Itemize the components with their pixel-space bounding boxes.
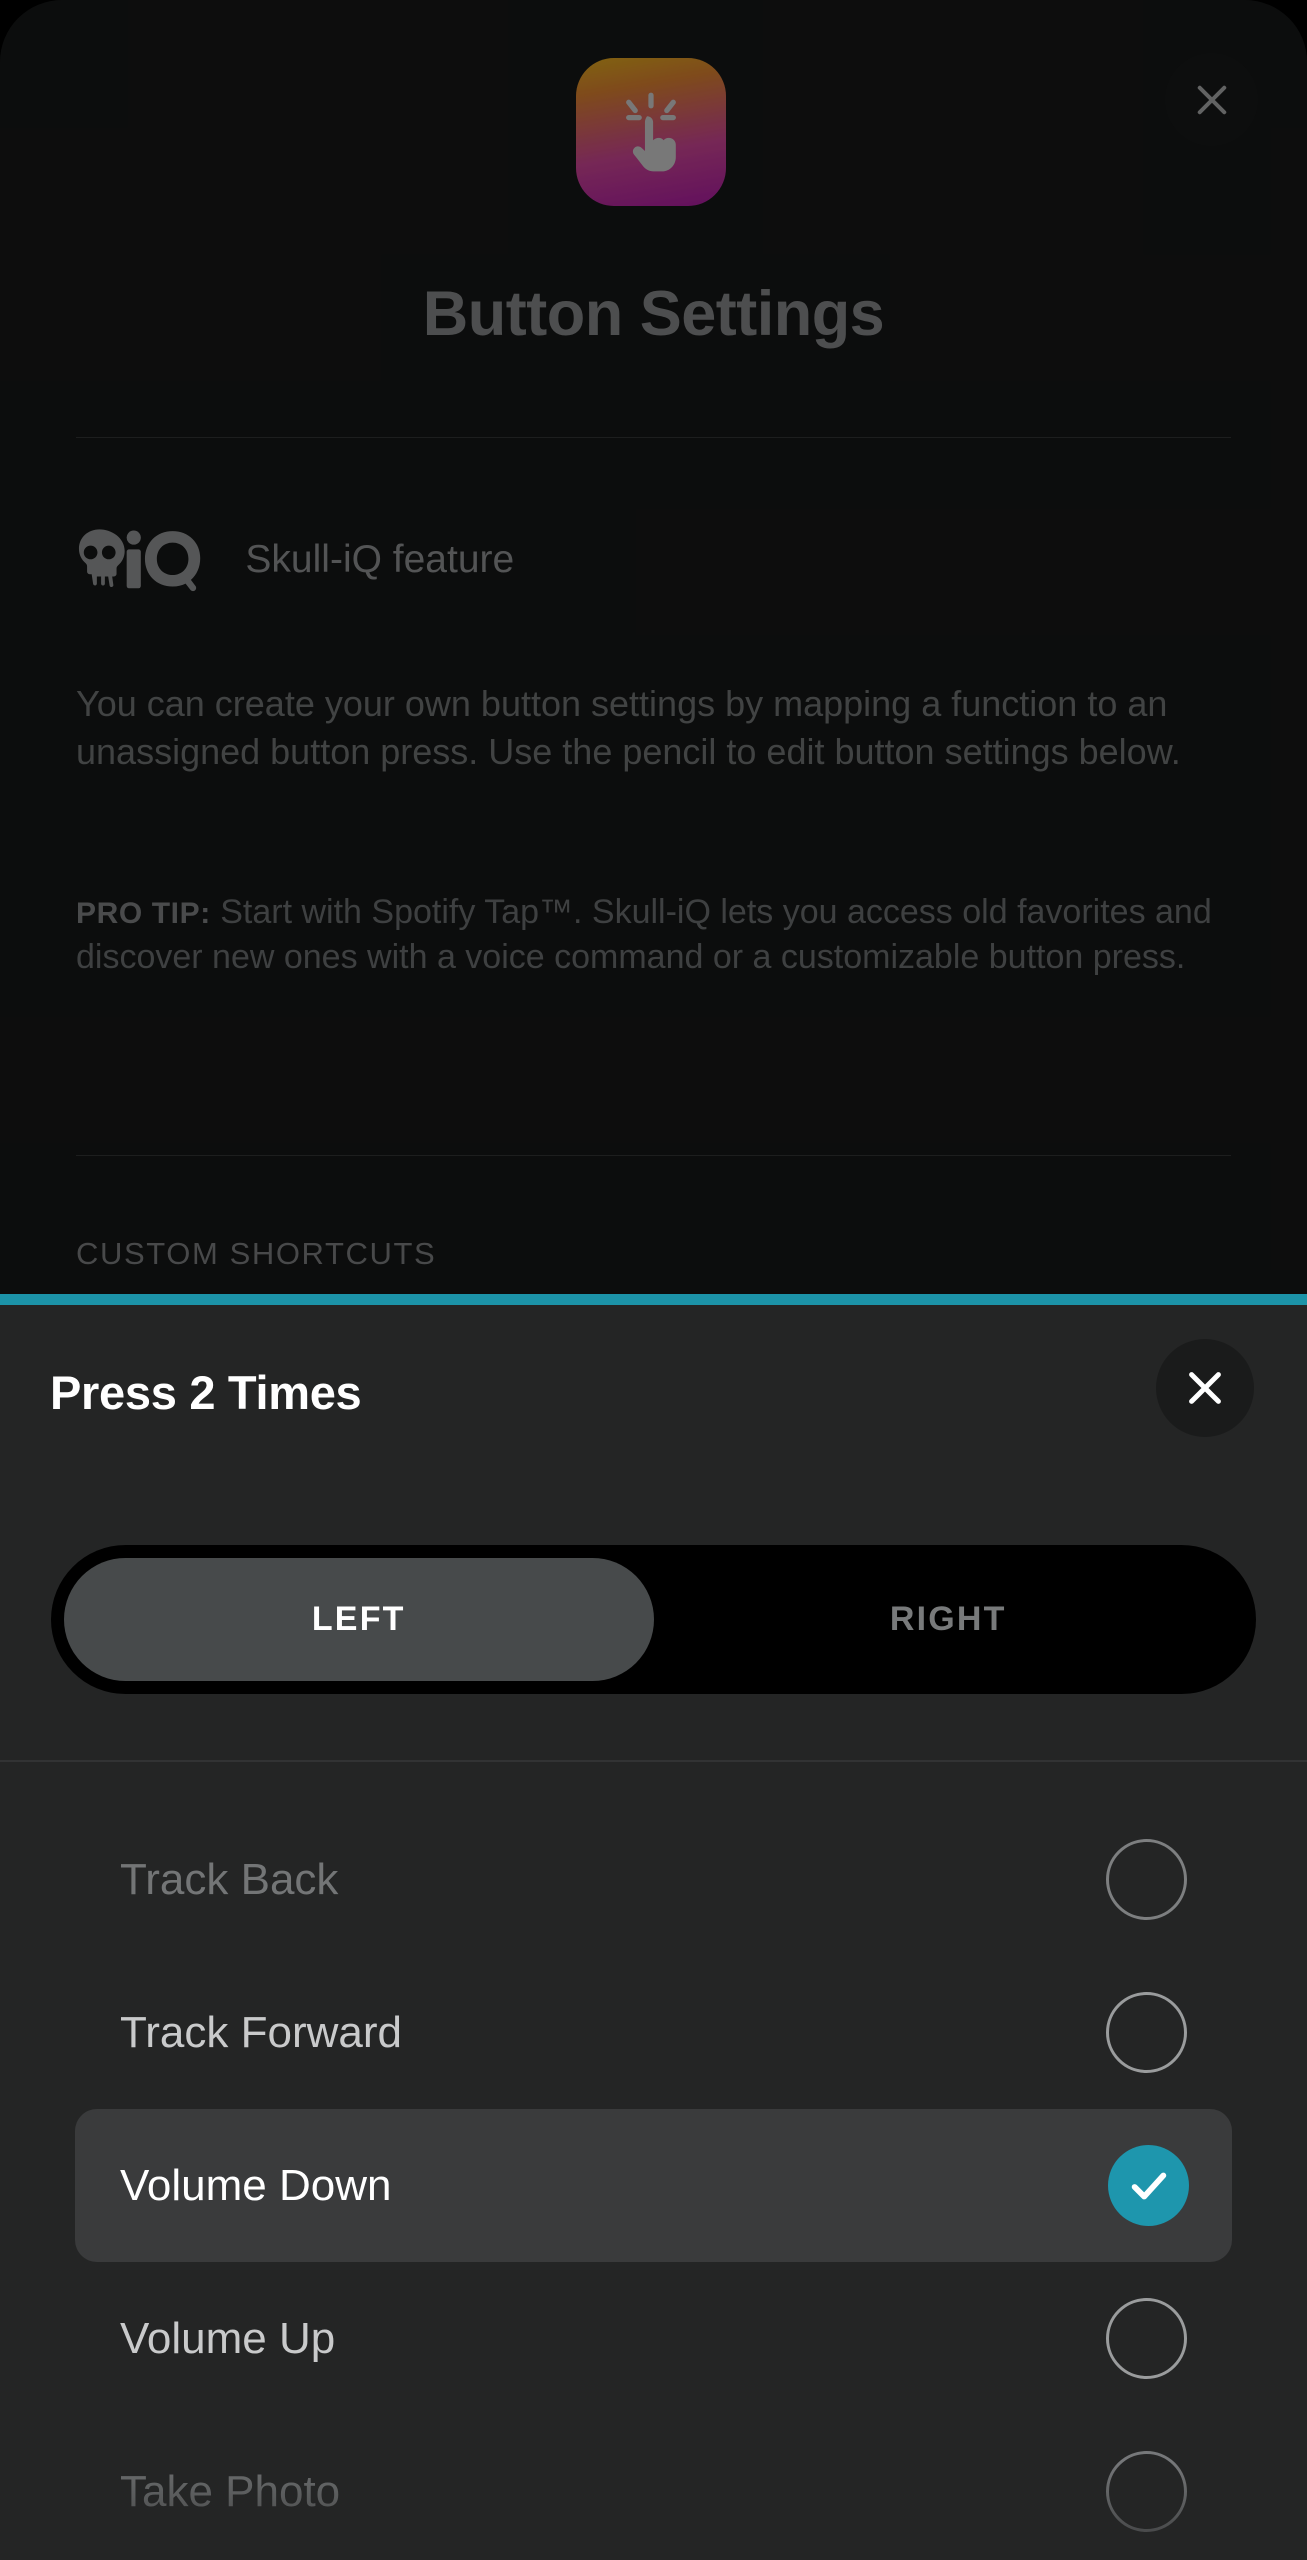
radio-unselected-icon[interactable] [1106, 1992, 1187, 2073]
divider-bottom [76, 1155, 1231, 1156]
divider-top [76, 437, 1231, 438]
sheet-divider [0, 1760, 1307, 1762]
list-item[interactable]: Track Back [75, 1803, 1232, 1956]
button-settings-page: Button Settings Skull-iQ feature You can… [0, 0, 1307, 1294]
pro-tip-label: PRO TIP: [76, 897, 211, 930]
page-title: Button Settings [0, 278, 1307, 350]
close-icon [1191, 79, 1233, 121]
tap-gesture-icon [576, 58, 726, 206]
option-label: Volume Down [120, 2161, 391, 2211]
list-item[interactable]: Take Photo [75, 2415, 1232, 2560]
checkmark-icon[interactable] [1108, 2145, 1189, 2226]
segment-right[interactable]: RIGHT [654, 1558, 1244, 1681]
press-times-sheet: Press 2 Times LEFT RIGHT Track Back Trac… [0, 1294, 1307, 2560]
side-segmented-control[interactable]: LEFT RIGHT [51, 1545, 1256, 1694]
shortcut-options-list: Track Back Track Forward Volume Down Vol… [0, 1773, 1307, 2560]
segment-left[interactable]: LEFT [64, 1558, 654, 1681]
skull-iq-feature-label: Skull-iQ feature [245, 538, 514, 582]
list-item[interactable]: Track Forward [75, 1956, 1232, 2109]
option-label: Track Back [120, 1855, 338, 1905]
page-close-button[interactable] [1165, 53, 1258, 146]
radio-unselected-icon[interactable] [1106, 2298, 1187, 2379]
list-item[interactable]: Volume Down [75, 2109, 1232, 2262]
radio-unselected-icon[interactable] [1106, 1839, 1187, 1920]
sheet-header: Press 2 Times [0, 1305, 1307, 1505]
close-icon [1182, 1365, 1228, 1411]
option-label: Take Photo [120, 2467, 340, 2517]
skull-iq-logo [76, 527, 217, 593]
skull-iq-feature-badge: Skull-iQ feature [76, 527, 514, 593]
option-label: Track Forward [120, 2008, 402, 2058]
sheet-title: Press 2 Times [50, 1365, 361, 1420]
description-paragraph: You can create your own button settings … [76, 680, 1236, 775]
sheet-close-button[interactable] [1156, 1339, 1254, 1437]
custom-shortcuts-label: CUSTOM SHORTCUTS [76, 1236, 436, 1272]
option-label: Volume Up [120, 2314, 335, 2364]
radio-unselected-icon[interactable] [1106, 2451, 1187, 2532]
app-screen: Button Settings Skull-iQ feature You can… [0, 0, 1307, 2560]
list-item[interactable]: Volume Up [75, 2262, 1232, 2415]
pro-tip-paragraph: PRO TIP: Start with Spotify Tap™. Skull-… [76, 890, 1236, 980]
pro-tip-text: Start with Spotify Tap™. Skull-iQ lets y… [76, 893, 1212, 976]
